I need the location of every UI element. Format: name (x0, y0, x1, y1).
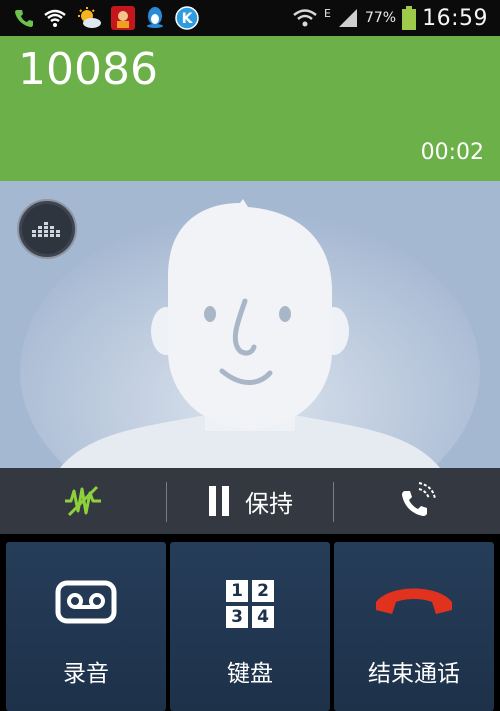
caller-number: 10086 (18, 44, 158, 95)
status-time: 16:59 (422, 5, 488, 31)
battery-icon (402, 6, 417, 30)
call-volume-icon (402, 482, 436, 516)
keypad-digit: 3 (226, 606, 248, 628)
pause-icon (209, 486, 229, 516)
call-actions: 录音 1 2 3 4 键盘 结束通话 (0, 534, 500, 711)
noise-reduction-icon (65, 485, 101, 517)
end-call-icon (376, 588, 452, 614)
end-call-label: 结束通话 (368, 661, 460, 687)
k-app-icon: K (175, 6, 199, 30)
keypad-button[interactable]: 1 2 3 4 键盘 (170, 542, 330, 711)
cell-signal-icon (337, 8, 359, 28)
end-call-button[interactable]: 结束通话 (334, 542, 494, 711)
battery-percent: 77% (364, 10, 397, 26)
record-label: 录音 (63, 661, 109, 687)
keypad-icon: 1 2 3 4 (226, 580, 274, 628)
status-bar: K E 77% 16:59 (0, 0, 500, 36)
keypad-label: 键盘 (227, 661, 273, 687)
system-indicators: E 77% 16:59 (292, 0, 488, 36)
noise-reduction-button[interactable] (0, 468, 166, 534)
app-avatar-icon (111, 6, 135, 30)
record-button[interactable]: 录音 (6, 542, 166, 711)
qq-penguin-icon (144, 6, 166, 30)
call-header: 10086 00:02 (0, 36, 500, 181)
cassette-record-icon (55, 580, 117, 624)
weather-sun-cloud-icon (76, 7, 102, 29)
svg-text:K: K (182, 11, 194, 27)
keypad-digit: 2 (252, 580, 274, 602)
call-duration: 00:02 (420, 140, 484, 165)
hold-label: 保持 (245, 489, 293, 518)
wifi-signal-icon (292, 7, 318, 29)
data-indicator: E (324, 6, 331, 20)
in-call-controls: 保持 (0, 468, 500, 534)
notification-icons: K (14, 0, 199, 36)
keypad-digit: 4 (252, 606, 274, 628)
phone-call-icon (14, 8, 34, 28)
sound-equalizer-button[interactable] (17, 199, 77, 259)
wifi-icon (43, 8, 67, 28)
hold-button[interactable]: 保持 (167, 468, 333, 534)
equalizer-icon (17, 199, 77, 259)
call-volume-button[interactable] (334, 468, 500, 534)
keypad-digit: 1 (226, 580, 248, 602)
